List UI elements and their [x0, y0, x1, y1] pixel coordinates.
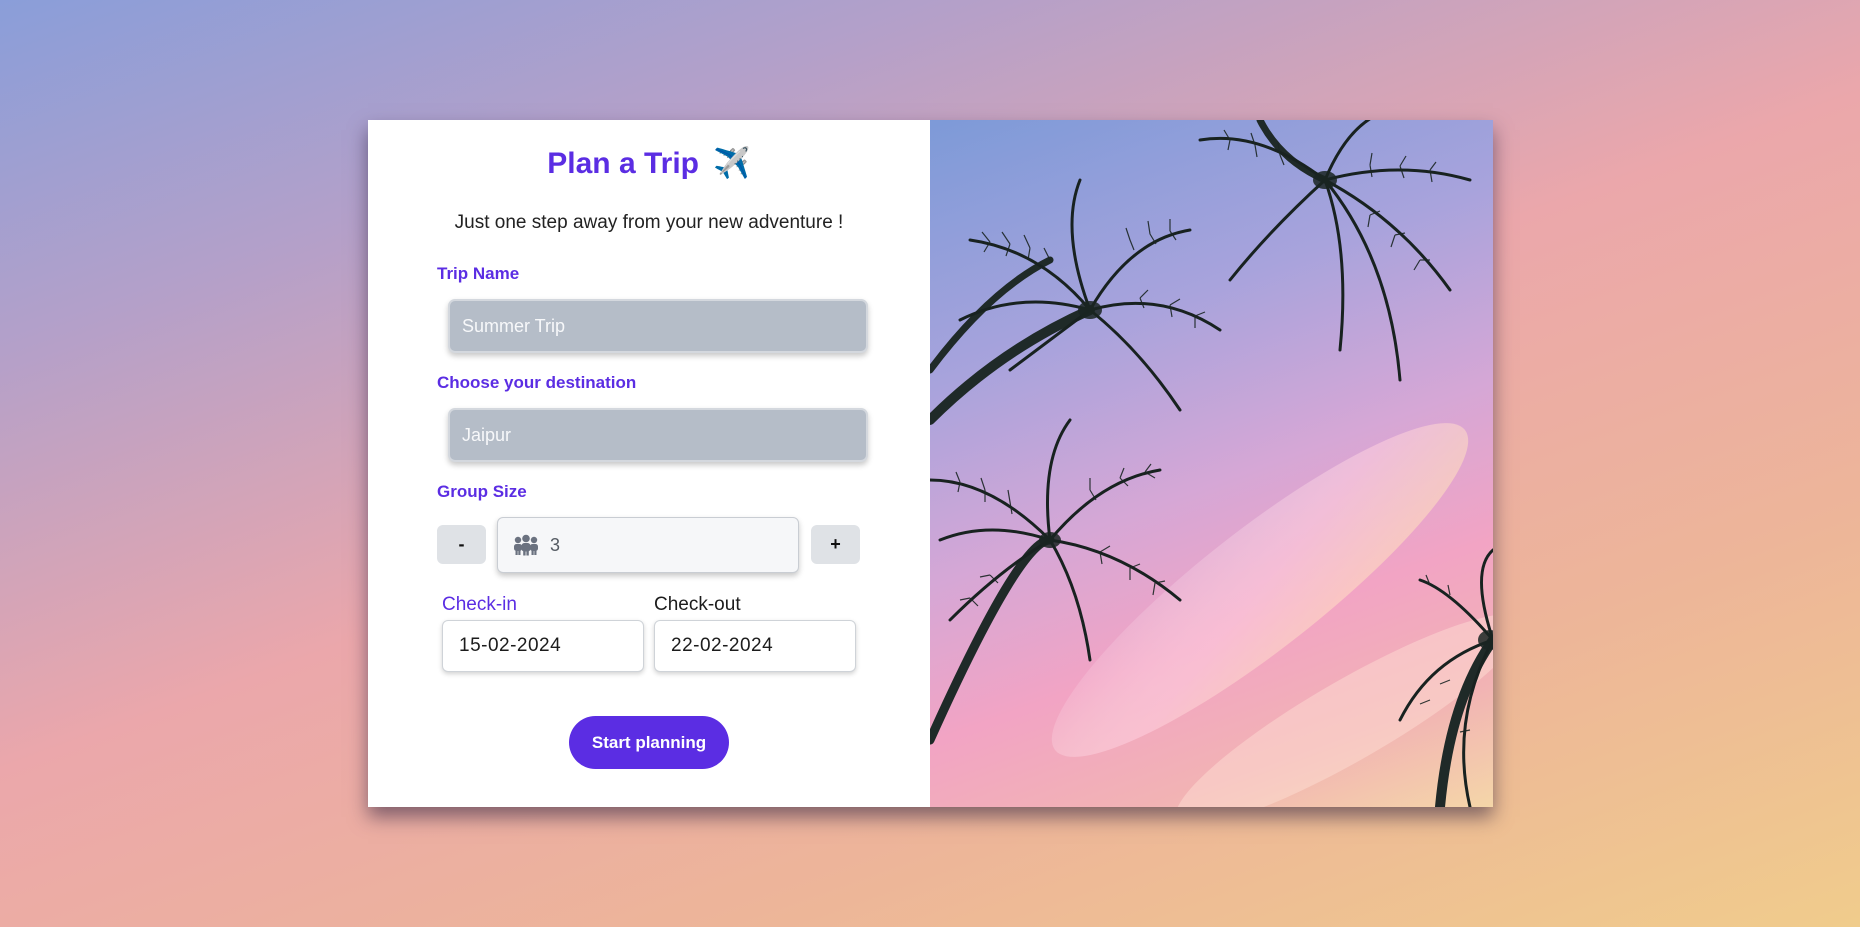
group-size-label: Group Size: [437, 482, 527, 501]
group-size-value: 3: [550, 534, 561, 555]
check-in-date-input[interactable]: 15-02-2024: [442, 620, 644, 672]
group-people-icon: [514, 534, 538, 556]
title-text: Plan a Trip: [547, 147, 699, 180]
page-title: Plan a Trip ✈️: [368, 146, 930, 181]
trip-name-input[interactable]: [448, 299, 868, 353]
check-in-label: Check-in: [442, 594, 517, 615]
palm-trees-illustration: [930, 120, 1493, 807]
palm-trees-photo: [930, 120, 1493, 807]
group-size-increment-button[interactable]: +: [811, 525, 860, 564]
trip-name-label: Trip Name: [437, 264, 520, 283]
page-subtitle: Just one step away from your new adventu…: [454, 212, 844, 233]
trip-form: Plan a Trip ✈️ Just one step away from y…: [368, 120, 930, 807]
airplane-icon: ✈️: [713, 147, 751, 180]
check-out-date-input[interactable]: 22-02-2024: [654, 620, 856, 672]
group-size-decrement-button[interactable]: -: [437, 525, 486, 564]
destination-label: Choose your destination: [437, 373, 637, 392]
trip-planner-card: Plan a Trip ✈️ Just one step away from y…: [368, 120, 1493, 807]
start-planning-button[interactable]: Start planning: [569, 716, 729, 769]
check-out-label: Check-out: [654, 594, 741, 615]
destination-input[interactable]: [448, 408, 868, 462]
group-size-field[interactable]: 3: [497, 517, 799, 573]
